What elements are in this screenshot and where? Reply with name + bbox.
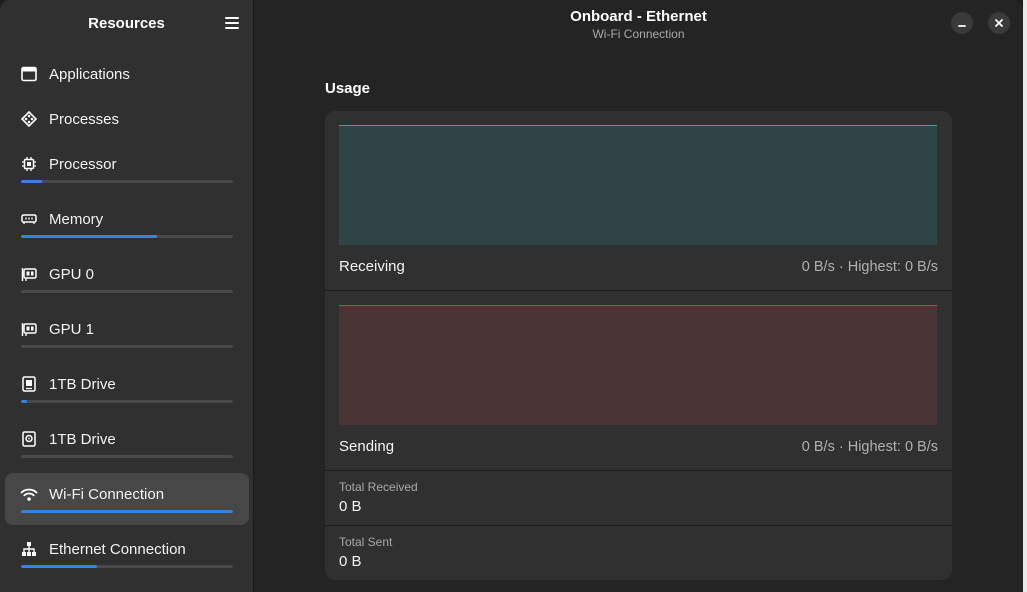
sidebar-item-label: GPU 1 bbox=[49, 321, 95, 338]
usage-bar bbox=[21, 180, 233, 183]
usage-bar bbox=[21, 510, 233, 513]
usage-card: Receiving 0 B/s · Highest: 0 B/s Sending… bbox=[325, 111, 952, 580]
minimize-button[interactable] bbox=[951, 12, 973, 34]
receiving-graph bbox=[339, 125, 937, 245]
window-icon bbox=[20, 65, 38, 83]
sidebar: Resources Applications Processes Process… bbox=[0, 0, 254, 592]
sidebar-item-label: Ethernet Connection bbox=[49, 541, 186, 558]
usage-bar bbox=[21, 400, 233, 403]
drive-icon bbox=[20, 430, 38, 448]
sidebar-item-label: Processes bbox=[49, 111, 120, 128]
processes-icon bbox=[20, 110, 38, 128]
sidebar-item-applications[interactable]: Applications bbox=[5, 56, 249, 92]
section-title: Usage bbox=[325, 80, 371, 97]
sidebar-item-processor[interactable]: Processor bbox=[5, 146, 249, 192]
menu-button[interactable] bbox=[223, 14, 241, 32]
usage-bar bbox=[21, 345, 233, 348]
total-received-value: 0 B bbox=[339, 498, 362, 515]
usage-bar bbox=[21, 235, 233, 238]
sidebar-item-wifi[interactable]: Wi-Fi Connection bbox=[5, 473, 249, 525]
total-sent-value: 0 B bbox=[339, 553, 362, 570]
close-icon bbox=[995, 19, 1003, 27]
menu-icon bbox=[225, 17, 239, 19]
main-content: Onboard - Ethernet Wi-Fi Connection Usag… bbox=[254, 0, 1023, 592]
window-subtitle: Wi-Fi Connection bbox=[592, 27, 685, 41]
sidebar-item-ethernet[interactable]: Ethernet Connection bbox=[5, 531, 249, 577]
drive-icon bbox=[20, 375, 38, 393]
receiving-label: Receiving bbox=[339, 258, 405, 275]
usage-bar bbox=[21, 565, 233, 568]
sidebar-item-label: Wi-Fi Connection bbox=[49, 486, 165, 503]
sidebar-item-memory[interactable]: Memory bbox=[5, 201, 249, 247]
divider bbox=[325, 525, 952, 526]
sidebar-item-drive-2[interactable]: 1TB Drive bbox=[5, 421, 249, 467]
usage-bar bbox=[21, 455, 233, 458]
close-button[interactable] bbox=[988, 12, 1010, 34]
sidebar-item-label: Processor bbox=[49, 156, 117, 173]
sidebar-item-label: Memory bbox=[49, 211, 104, 228]
app-window: Resources Applications Processes Process… bbox=[0, 0, 1023, 592]
sidebar-item-label: GPU 0 bbox=[49, 266, 95, 283]
sending-label: Sending bbox=[339, 438, 395, 455]
window-title: Onboard - Ethernet bbox=[570, 8, 707, 25]
gpu-icon bbox=[20, 265, 38, 283]
sidebar-item-processes[interactable]: Processes bbox=[5, 101, 249, 137]
total-sent-label: Total Sent bbox=[339, 535, 393, 549]
total-received-label: Total Received bbox=[339, 480, 418, 494]
sidebar-title: Resources bbox=[88, 15, 165, 32]
sidebar-item-gpu-1[interactable]: GPU 1 bbox=[5, 311, 249, 357]
divider bbox=[325, 470, 952, 471]
gpu-icon bbox=[20, 320, 38, 338]
sending-value: 0 B/s · Highest: 0 B/s bbox=[801, 439, 938, 455]
minimize-icon bbox=[958, 25, 966, 27]
cpu-icon bbox=[20, 155, 38, 173]
usage-bar bbox=[21, 290, 233, 293]
sending-graph bbox=[339, 305, 937, 425]
background-edge bbox=[1023, 0, 1027, 592]
memory-icon bbox=[20, 210, 38, 228]
receiving-value: 0 B/s · Highest: 0 B/s bbox=[801, 259, 938, 275]
sidebar-item-gpu-0[interactable]: GPU 0 bbox=[5, 256, 249, 302]
sidebar-item-label: 1TB Drive bbox=[49, 431, 116, 448]
sidebar-header: Resources bbox=[0, 0, 253, 48]
ethernet-icon bbox=[20, 540, 38, 558]
sidebar-item-label: Applications bbox=[49, 66, 130, 83]
divider bbox=[325, 290, 952, 291]
wifi-icon bbox=[20, 485, 38, 503]
sidebar-item-drive-1[interactable]: 1TB Drive bbox=[5, 366, 249, 412]
sidebar-item-label: 1TB Drive bbox=[49, 376, 116, 393]
